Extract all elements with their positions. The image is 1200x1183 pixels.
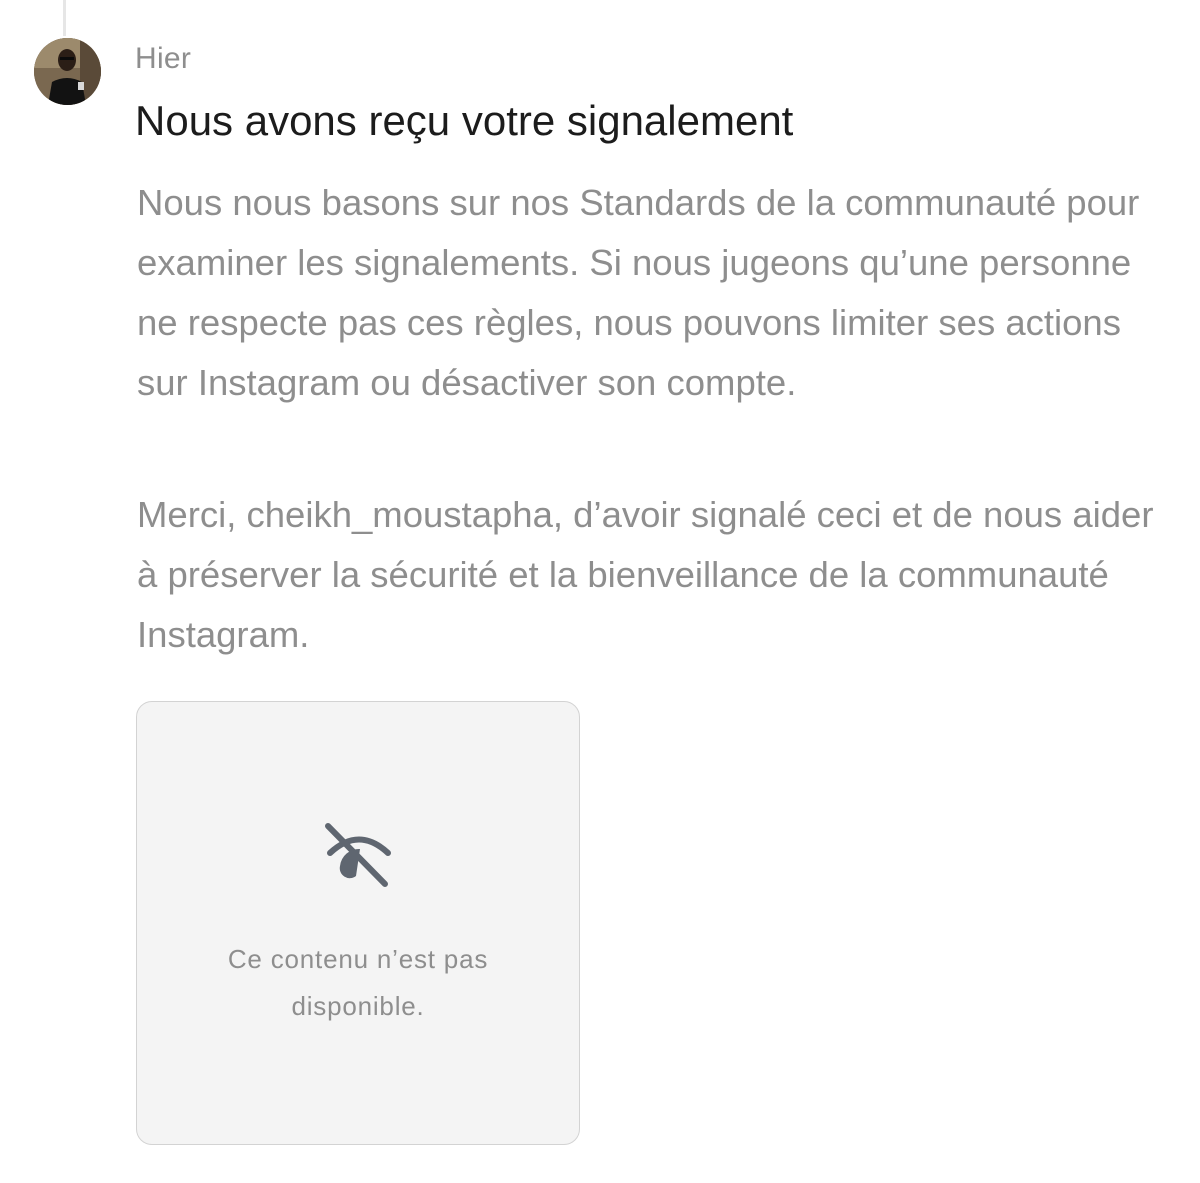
unavailable-media-card[interactable]: Ce contenu n’est pas disponible. (136, 701, 580, 1145)
unavailable-message: Ce contenu n’est pas disponible. (137, 936, 579, 1030)
message-title: Nous avons reçu votre signalement (135, 97, 794, 144)
unavailable-line-2: disponible. (291, 991, 425, 1021)
eye-slash-icon (325, 823, 391, 887)
avatar-image (34, 38, 101, 105)
message-paragraph-1: Nous nous basons sur nos Standards de la… (137, 182, 1140, 403)
avatar[interactable] (34, 38, 101, 105)
message-paragraph-2: Merci, cheikh_moustapha, d’avoir signalé… (137, 494, 1154, 655)
thread-line (63, 0, 66, 36)
unavailable-line-1: Ce contenu n’est pas (227, 944, 489, 974)
message-timestamp: Hier (135, 42, 192, 75)
